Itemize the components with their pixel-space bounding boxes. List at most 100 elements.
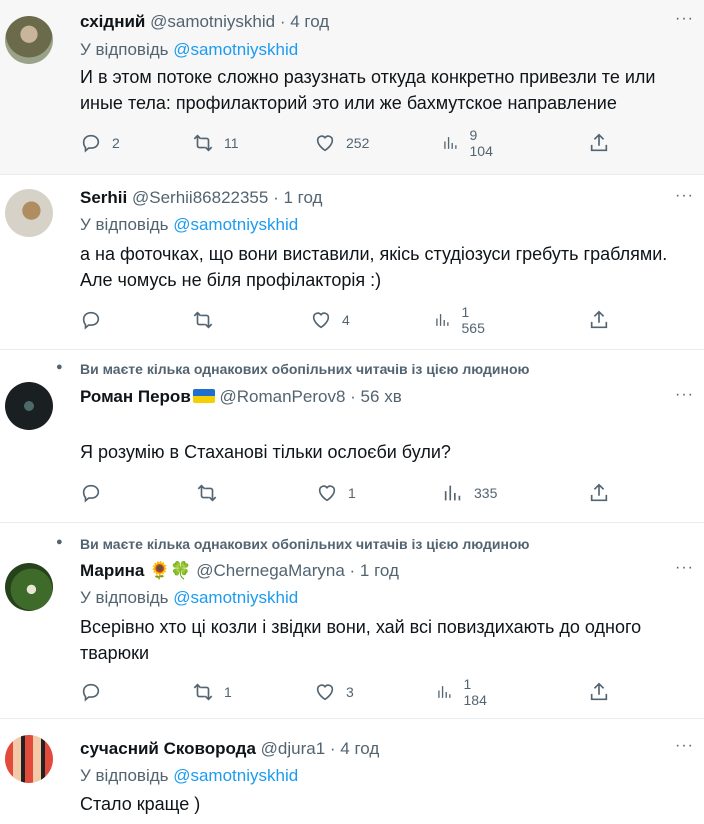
- views-count: 1 184: [463, 676, 487, 708]
- views-icon: [434, 309, 452, 331]
- share-icon: [588, 309, 610, 331]
- author-handle[interactable]: @samotniyskhid: [150, 12, 275, 31]
- author-name[interactable]: Марина: [80, 561, 144, 580]
- avatar[interactable]: [5, 189, 53, 237]
- avatar[interactable]: [5, 382, 53, 430]
- like-count: 3: [346, 684, 354, 700]
- like-button[interactable]: 4: [310, 309, 350, 331]
- author-handle[interactable]: @ChernegaMaryna: [196, 561, 345, 580]
- tweet-header: Марина 🌻🍀 @ChernegaMaryna · 1 год: [80, 561, 399, 581]
- tweet[interactable]: Serhii @Serhii86822355 · 1 год ··· У від…: [0, 175, 704, 350]
- social-context: Ви маєте кілька однакових обопільних чит…: [80, 361, 530, 377]
- author-name[interactable]: Serhii: [80, 188, 127, 207]
- tweet-text: Всерівно хто ці козли і звідки вони, хай…: [80, 617, 642, 663]
- more-icon[interactable]: ···: [675, 10, 694, 28]
- views-count: 1 565: [461, 304, 485, 336]
- timestamp[interactable]: · 4 год: [280, 12, 329, 31]
- more-icon[interactable]: ···: [675, 187, 694, 205]
- share-button[interactable]: [588, 309, 610, 331]
- social-context: Ви маєте кілька однакових обопільних чит…: [80, 536, 530, 552]
- tweet-header: сучасний Сковорода @djura1 · 4 год: [80, 739, 379, 759]
- tweet-text: Стало краще ): [80, 794, 201, 814]
- reply-mention[interactable]: @samotniyskhid: [173, 215, 298, 234]
- share-button[interactable]: [588, 132, 610, 154]
- author-handle[interactable]: @RomanPerov8: [220, 387, 346, 406]
- reply-mention[interactable]: @samotniyskhid: [173, 40, 298, 59]
- like-button[interactable]: 1: [316, 482, 356, 504]
- views-button[interactable]: 1 184: [436, 676, 491, 708]
- tweet-header: східний @samotniyskhid · 4 год: [80, 12, 329, 32]
- author-name[interactable]: Роман Перов: [80, 387, 191, 406]
- share-icon: [588, 482, 610, 504]
- author-name[interactable]: східний: [80, 12, 145, 31]
- retweet-button[interactable]: [196, 482, 228, 504]
- heart-icon: [316, 482, 338, 504]
- like-button[interactable]: 3: [314, 681, 354, 703]
- heart-icon: [314, 681, 336, 703]
- person-icon: ●: [56, 536, 63, 548]
- share-icon: [588, 681, 610, 703]
- reply-icon: [80, 309, 102, 331]
- reply-icon: [80, 681, 102, 703]
- tweet[interactable]: сучасний Сковорода @djura1 · 4 год ··· У…: [0, 719, 704, 824]
- retweet-icon: [196, 482, 218, 504]
- author-handle[interactable]: @djura1: [261, 739, 326, 758]
- tweet-text: а на фоточках, що вони виставили, якісь …: [80, 244, 668, 290]
- views-count: 335: [474, 485, 498, 501]
- tweet[interactable]: ● Ви маєте кілька однакових обопільних ч…: [0, 350, 704, 523]
- reply-context: У відповідь @samotniyskhid: [80, 215, 299, 234]
- tweet[interactable]: ● Ви маєте кілька однакових обопільних ч…: [0, 523, 704, 719]
- reply-context: У відповідь @samotniyskhid: [80, 766, 299, 785]
- reply-icon: [80, 132, 102, 154]
- retweet-icon: [192, 681, 214, 703]
- reply-button[interactable]: 2: [80, 132, 120, 154]
- tweet-text: Я розумію в Стаханові тільки ослоєби бул…: [80, 442, 451, 462]
- views-button[interactable]: 1 565: [434, 304, 489, 336]
- avatar[interactable]: [5, 735, 53, 783]
- retweet-button[interactable]: [192, 309, 224, 331]
- ukraine-flag-icon: [192, 389, 215, 403]
- views-icon: [436, 681, 454, 703]
- retweet-button[interactable]: 1: [192, 681, 232, 703]
- reply-mention[interactable]: @samotniyskhid: [173, 766, 298, 785]
- views-button[interactable]: 9 104: [442, 127, 497, 159]
- reply-count: 2: [112, 135, 120, 151]
- timestamp[interactable]: · 56 хв: [350, 387, 402, 406]
- reply-icon: [80, 482, 102, 504]
- tweet[interactable]: східний @samotniyskhid · 4 год ··· У від…: [0, 0, 704, 175]
- reply-context: У відповідь @samotniyskhid: [80, 40, 299, 59]
- retweet-count: 11: [224, 135, 239, 151]
- timestamp[interactable]: · 1 год: [273, 188, 322, 207]
- share-button[interactable]: [588, 482, 610, 504]
- more-icon[interactable]: ···: [675, 386, 694, 404]
- views-button[interactable]: 335: [442, 482, 497, 504]
- avatar[interactable]: [5, 563, 53, 611]
- like-count: 1: [348, 485, 356, 501]
- views-icon: [442, 482, 464, 504]
- reply-button[interactable]: [80, 681, 112, 703]
- reply-button[interactable]: [80, 482, 112, 504]
- avatar[interactable]: [5, 16, 53, 64]
- tweet-text: И в этом потоке сложно разузнать откуда …: [80, 67, 656, 113]
- like-count: 252: [346, 135, 370, 151]
- timestamp[interactable]: · 1 год: [350, 561, 399, 580]
- views-icon: [442, 132, 460, 154]
- tweet-header: Роман Перов @RomanPerov8 · 56 хв: [80, 387, 402, 407]
- like-count: 4: [342, 312, 350, 328]
- retweet-count: 1: [224, 684, 232, 700]
- timestamp[interactable]: · 4 год: [330, 739, 379, 758]
- reply-context: У відповідь @samotniyskhid: [80, 588, 299, 607]
- retweet-button[interactable]: 11: [192, 132, 239, 154]
- more-icon[interactable]: ···: [675, 737, 694, 755]
- share-icon: [588, 132, 610, 154]
- like-button[interactable]: 252: [314, 132, 369, 154]
- person-icon: ●: [56, 361, 63, 373]
- reply-mention[interactable]: @samotniyskhid: [173, 588, 298, 607]
- share-button[interactable]: [588, 681, 610, 703]
- sunflower-clover-emoji: 🌻🍀: [149, 561, 192, 580]
- author-name[interactable]: сучасний Сковорода: [80, 739, 256, 758]
- author-handle[interactable]: @Serhii86822355: [132, 188, 268, 207]
- reply-button[interactable]: [80, 309, 112, 331]
- retweet-icon: [192, 132, 214, 154]
- more-icon[interactable]: ···: [675, 559, 694, 577]
